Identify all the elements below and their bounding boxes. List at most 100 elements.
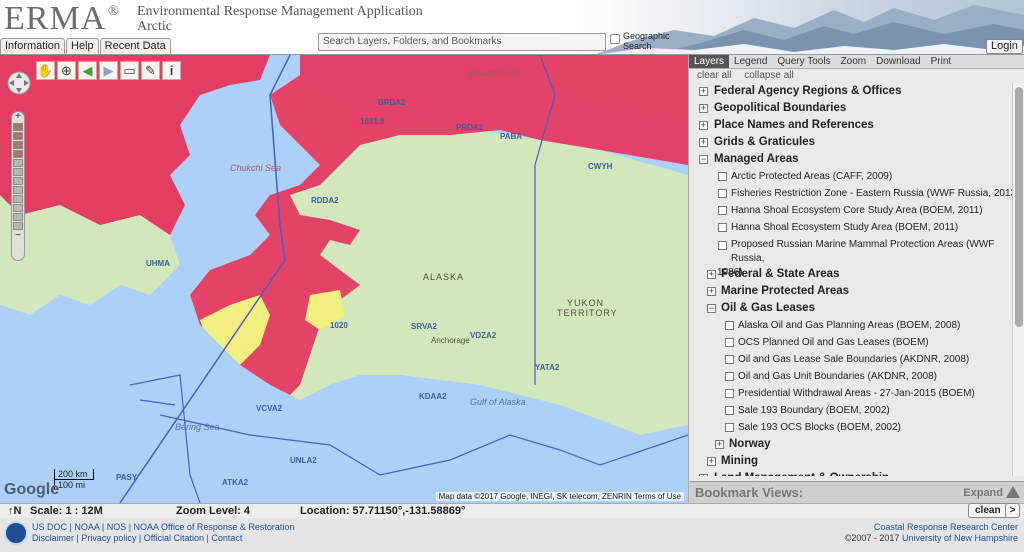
- expand-toggle-icon[interactable]: +: [699, 474, 708, 476]
- expand-arrow-icon[interactable]: [1006, 486, 1020, 498]
- station-yata2[interactable]: YATA2: [535, 363, 559, 372]
- zoom-in-icon[interactable]: +: [12, 112, 24, 122]
- station-atka2[interactable]: ATKA2: [222, 478, 248, 487]
- layer-item[interactable]: Hanna Shoal Ecosystem Study Area (BOEM, …: [689, 219, 1024, 236]
- tab-layers[interactable]: Layers: [689, 55, 730, 68]
- station-brda2[interactable]: BRDA2: [378, 98, 406, 107]
- layer-checkbox[interactable]: [718, 241, 727, 250]
- tab-information[interactable]: Information: [0, 38, 66, 54]
- noaa-logo-icon[interactable]: [4, 521, 28, 545]
- hand-pan-icon[interactable]: ✋: [36, 61, 55, 80]
- layer-group[interactable]: + Land Management & Ownership: [689, 470, 1024, 476]
- station-vcva2[interactable]: VCVA2: [256, 404, 282, 413]
- search-input[interactable]: Search Layers, Folders, and Bookmarks: [318, 33, 606, 51]
- layer-checkbox[interactable]: [718, 223, 727, 232]
- expand-toggle-icon[interactable]: +: [699, 87, 708, 96]
- layer-subgroup[interactable]: + Marine Protected Areas: [689, 283, 1024, 300]
- station-unla2[interactable]: UNLA2: [290, 456, 317, 465]
- tab-download[interactable]: Download: [871, 55, 925, 68]
- next-button[interactable]: >: [1005, 503, 1020, 518]
- layer-checkbox[interactable]: [718, 206, 727, 215]
- layer-subgroup[interactable]: − Oil & Gas Leases: [689, 300, 1024, 317]
- expand-toggle-icon[interactable]: −: [707, 304, 716, 313]
- map-view[interactable]: Beaufort Sea Chukchi Sea Bering Sea Gulf…: [0, 55, 688, 503]
- geographic-search-toggle[interactable]: Geographic Search: [610, 31, 670, 51]
- collapse-all-link[interactable]: collapse all: [744, 70, 793, 81]
- tab-recent-data[interactable]: Recent Data: [99, 38, 171, 54]
- expand-toggle-icon[interactable]: −: [699, 155, 708, 164]
- layer-item[interactable]: Sale 193 OCS Blocks (BOEM, 2002): [689, 419, 1024, 436]
- footer-policy-links[interactable]: Disclaimer | Privacy policy | Official C…: [32, 533, 242, 543]
- expand-toggle-icon[interactable]: +: [699, 138, 708, 147]
- layer-checkbox[interactable]: [725, 389, 734, 398]
- layer-item[interactable]: Fisheries Restriction Zone - Eastern Rus…: [689, 185, 1024, 202]
- expand-toggle-icon[interactable]: +: [699, 104, 708, 113]
- expand-toggle-icon[interactable]: +: [699, 121, 708, 130]
- station-rdda2[interactable]: RDDA2: [311, 196, 339, 205]
- layer-group[interactable]: − Managed Areas: [689, 151, 1024, 168]
- tab-help[interactable]: Help: [66, 38, 99, 54]
- zoom-out-icon[interactable]: −: [12, 231, 24, 241]
- measure-icon[interactable]: ▭: [120, 61, 139, 80]
- station-pawi[interactable]: 1031.9: [360, 117, 384, 126]
- map-attribution[interactable]: Map data ©2017 Google, INEGI, SK telecom…: [435, 492, 684, 501]
- expand-toggle-icon[interactable]: +: [707, 270, 716, 279]
- back-arrow-icon[interactable]: ◀: [78, 61, 97, 80]
- layer-item[interactable]: Hanna Shoal Ecosystem Core Study Area (B…: [689, 202, 1024, 219]
- layer-item[interactable]: Oil and Gas Unit Boundaries (AKDNR, 2008…: [689, 368, 1024, 385]
- layer-item[interactable]: Arctic Protected Areas (CAFF, 2009): [689, 168, 1024, 185]
- station-kdaa2[interactable]: KDAA2: [419, 392, 447, 401]
- expand-button[interactable]: Expand: [963, 487, 1003, 499]
- geographic-search-checkbox[interactable]: [610, 34, 620, 44]
- tab-zoom[interactable]: Zoom: [836, 55, 872, 68]
- bookmark-icon[interactable]: ✎: [141, 61, 160, 80]
- layer-group[interactable]: + Grids & Graticules: [689, 134, 1024, 151]
- info-icon[interactable]: i: [162, 61, 181, 80]
- layer-checkbox[interactable]: [725, 406, 734, 415]
- layer-subgroup[interactable]: + Mining: [689, 453, 1024, 470]
- layer-item[interactable]: OCS Planned Oil and Gas Leases (BOEM): [689, 334, 1024, 351]
- layer-checkbox[interactable]: [725, 338, 734, 347]
- tab-print[interactable]: Print: [926, 55, 957, 68]
- zoom-box-icon[interactable]: ⊕: [57, 61, 76, 80]
- crrc-link[interactable]: Coastal Response Research Center: [874, 522, 1018, 532]
- layer-checkbox[interactable]: [725, 423, 734, 432]
- tab-query-tools[interactable]: Query Tools: [772, 55, 835, 68]
- pan-control[interactable]: [7, 63, 31, 103]
- forward-arrow-icon[interactable]: ▶: [99, 61, 118, 80]
- layer-checkbox[interactable]: [725, 321, 734, 330]
- layer-item[interactable]: Presidential Withdrawal Areas - 27-Jan-2…: [689, 385, 1024, 402]
- station-paom[interactable]: 1020: [330, 321, 348, 330]
- layer-item[interactable]: Oil and Gas Lease Sale Boundaries (AKDNR…: [689, 351, 1024, 368]
- station-vdza2[interactable]: VDZA2: [470, 331, 496, 340]
- layer-group[interactable]: + Place Names and References: [689, 117, 1024, 134]
- layer-checkbox[interactable]: [718, 189, 727, 198]
- layer-checkbox[interactable]: [718, 172, 727, 181]
- station-paba[interactable]: PABA: [500, 132, 522, 141]
- footer-agency-links[interactable]: US DOC | NOAA | NOS | NOAA Office of Res…: [32, 522, 294, 532]
- station-prda2[interactable]: PRDA2: [456, 123, 483, 132]
- layer-item[interactable]: Alaska Oil and Gas Planning Areas (BOEM,…: [689, 317, 1024, 334]
- layer-subgroup[interactable]: + Federal & State Areas: [689, 266, 1024, 283]
- layer-item[interactable]: Sale 193 Boundary (BOEM, 2002): [689, 402, 1024, 419]
- zoom-slider[interactable]: + −: [11, 111, 25, 261]
- expand-toggle-icon[interactable]: +: [715, 440, 724, 449]
- layer-group[interactable]: + Geopolitical Boundaries: [689, 100, 1024, 117]
- unh-link[interactable]: University of New Hampshire: [902, 533, 1018, 543]
- station-cwyh[interactable]: CWYH: [588, 162, 612, 171]
- tab-legend[interactable]: Legend: [729, 55, 772, 68]
- expand-toggle-icon[interactable]: +: [707, 457, 716, 466]
- clear-all-link[interactable]: clear all: [697, 70, 731, 81]
- layer-scrollbar[interactable]: [1012, 83, 1024, 476]
- station-pasy[interactable]: PASY: [116, 473, 137, 482]
- layer-subgroup[interactable]: + Norway: [689, 436, 1024, 453]
- layer-item[interactable]: Proposed Russian Marine Mammal Protectio…: [689, 236, 1024, 278]
- clean-button[interactable]: clean: [968, 503, 1008, 518]
- expand-toggle-icon[interactable]: +: [707, 287, 716, 296]
- station-uhma[interactable]: UHMA: [146, 259, 170, 268]
- station-srva2[interactable]: SRVA2: [411, 322, 437, 331]
- layer-group[interactable]: + Federal Agency Regions & Offices: [689, 83, 1024, 100]
- login-button[interactable]: Login: [986, 39, 1023, 54]
- layer-checkbox[interactable]: [725, 355, 734, 364]
- layer-checkbox[interactable]: [725, 372, 734, 381]
